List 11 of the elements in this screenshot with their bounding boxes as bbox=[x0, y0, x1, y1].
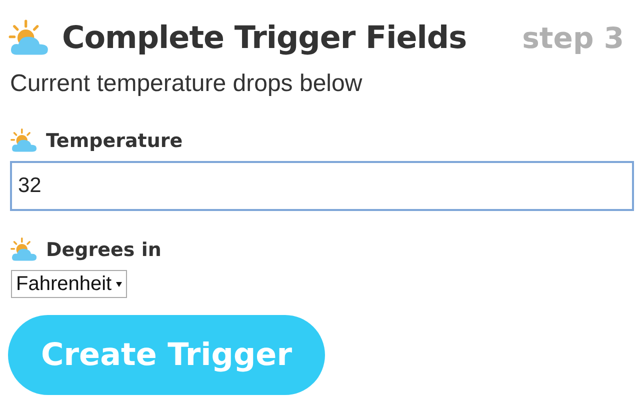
sun-cloud-icon bbox=[8, 19, 50, 57]
step-indicator: step 3 bbox=[522, 21, 624, 55]
page-title: Complete Trigger Fields bbox=[62, 20, 467, 56]
unit-dropdown[interactable]: Fahrenheit bbox=[11, 270, 127, 298]
field-label: Temperature bbox=[46, 130, 183, 152]
trigger-description: Current temperature drops below bbox=[10, 70, 364, 98]
caret-icon bbox=[116, 282, 122, 287]
temperature-input[interactable]: 32 bbox=[10, 161, 634, 212]
sun-cloud-icon bbox=[10, 237, 38, 262]
sun-cloud-icon bbox=[10, 128, 38, 154]
field-label: Degrees in bbox=[46, 238, 162, 261]
